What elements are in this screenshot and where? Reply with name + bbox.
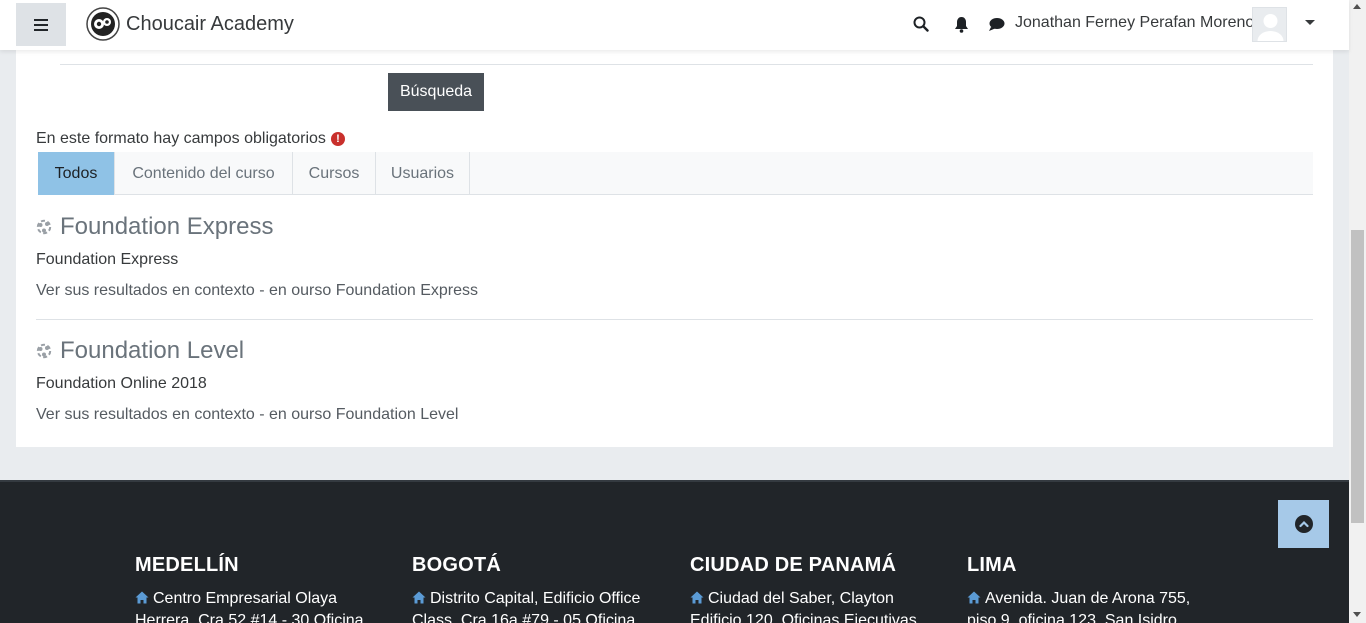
menu-toggle-button[interactable] (16, 3, 66, 46)
result-description: Foundation Express (36, 251, 179, 268)
result-title[interactable]: Foundation Level (36, 337, 244, 365)
home-icon (967, 591, 981, 604)
office-city: LIMA (967, 554, 1017, 576)
chevron-up-icon (1294, 515, 1313, 533)
brand-name: Choucair Academy (126, 12, 294, 35)
caret-down-icon[interactable] (1305, 20, 1315, 25)
footer-office-lima: LIMA Avenida. Juan de Arona 755, piso 9,… (967, 554, 1217, 623)
user-name[interactable]: Jonathan Ferney Perafan Moreno (1015, 14, 1254, 32)
tab-cursos[interactable]: Cursos (293, 152, 376, 195)
office-address-text: Centro Empresarial Olaya Herrera, Cra 52… (135, 590, 364, 623)
activity-icon (36, 219, 52, 235)
scroll-down-icon[interactable] (1353, 612, 1361, 617)
home-icon (135, 591, 149, 604)
hamburger-icon (34, 18, 48, 31)
tab-contenido-del-curso[interactable]: Contenido del curso (115, 152, 293, 195)
scrollbar-thumb[interactable] (1351, 230, 1364, 523)
chat-icon[interactable] (985, 13, 1007, 35)
search-icon[interactable] (910, 13, 932, 35)
scroll-up-icon[interactable] (1353, 4, 1361, 9)
office-address: Centro Empresarial Olaya Herrera, Cra 52… (135, 588, 385, 623)
footer-office-medellin: MEDELLÍN Centro Empresarial Olaya Herrer… (135, 554, 385, 623)
office-address-text: Avenida. Juan de Arona 755, piso 9, ofic… (967, 590, 1191, 623)
office-address: Avenida. Juan de Arona 755, piso 9, ofic… (967, 588, 1217, 623)
office-address: Distrito Capital, Edificio Office Class,… (412, 588, 662, 623)
search-area-tabs: Todos Contenido del curso Cursos Usuario… (38, 152, 1313, 195)
avatar[interactable] (1252, 7, 1287, 42)
tab-usuarios[interactable]: Usuarios (376, 152, 470, 195)
result-divider (36, 319, 1313, 320)
home-icon (690, 591, 704, 604)
bell-icon[interactable] (950, 13, 972, 35)
home-icon (412, 591, 426, 604)
result-context-link[interactable]: Ver sus resultados en contexto - en ours… (36, 406, 458, 424)
required-note-text: En este formato hay campos obligatorios (36, 130, 326, 147)
back-to-top-button[interactable] (1278, 500, 1329, 548)
required-fields-note: En este formato hay campos obligatorios … (36, 130, 345, 148)
result-title-text[interactable]: Foundation Express (60, 213, 273, 241)
search-button[interactable]: Búsqueda (388, 73, 484, 111)
office-city: CIUDAD DE PANAMÁ (690, 554, 897, 576)
footer-office-bogota: BOGOTÁ Distrito Capital, Edificio Office… (412, 554, 662, 623)
top-navbar: Choucair Academy Jonathan Ferney Perafan… (0, 0, 1349, 50)
tab-todos[interactable]: Todos (38, 152, 115, 195)
main-content-card (16, 50, 1333, 447)
brand-logo (86, 7, 120, 41)
divider (60, 64, 1313, 65)
result-context-link[interactable]: Ver sus resultados en contexto - en ours… (36, 282, 478, 300)
office-address: Ciudad del Saber, Clayton Edificio 120, … (690, 588, 940, 623)
vertical-scrollbar[interactable] (1349, 0, 1366, 623)
result-description: Foundation Online 2018 (36, 375, 207, 392)
footer-office-panama: CIUDAD DE PANAMÁ Ciudad del Saber, Clayt… (690, 554, 940, 623)
result-title[interactable]: Foundation Express (36, 213, 273, 241)
office-city: BOGOTÁ (412, 554, 501, 576)
office-city: MEDELLÍN (135, 554, 239, 576)
brand-link[interactable]: Choucair Academy (86, 7, 294, 41)
activity-icon (36, 343, 52, 359)
office-address-text: Ciudad del Saber, Clayton Edificio 120, … (690, 590, 917, 623)
exclamation-icon: ! (330, 132, 345, 146)
office-address-text: Distrito Capital, Edificio Office Class,… (412, 590, 641, 623)
result-title-text[interactable]: Foundation Level (60, 337, 244, 365)
